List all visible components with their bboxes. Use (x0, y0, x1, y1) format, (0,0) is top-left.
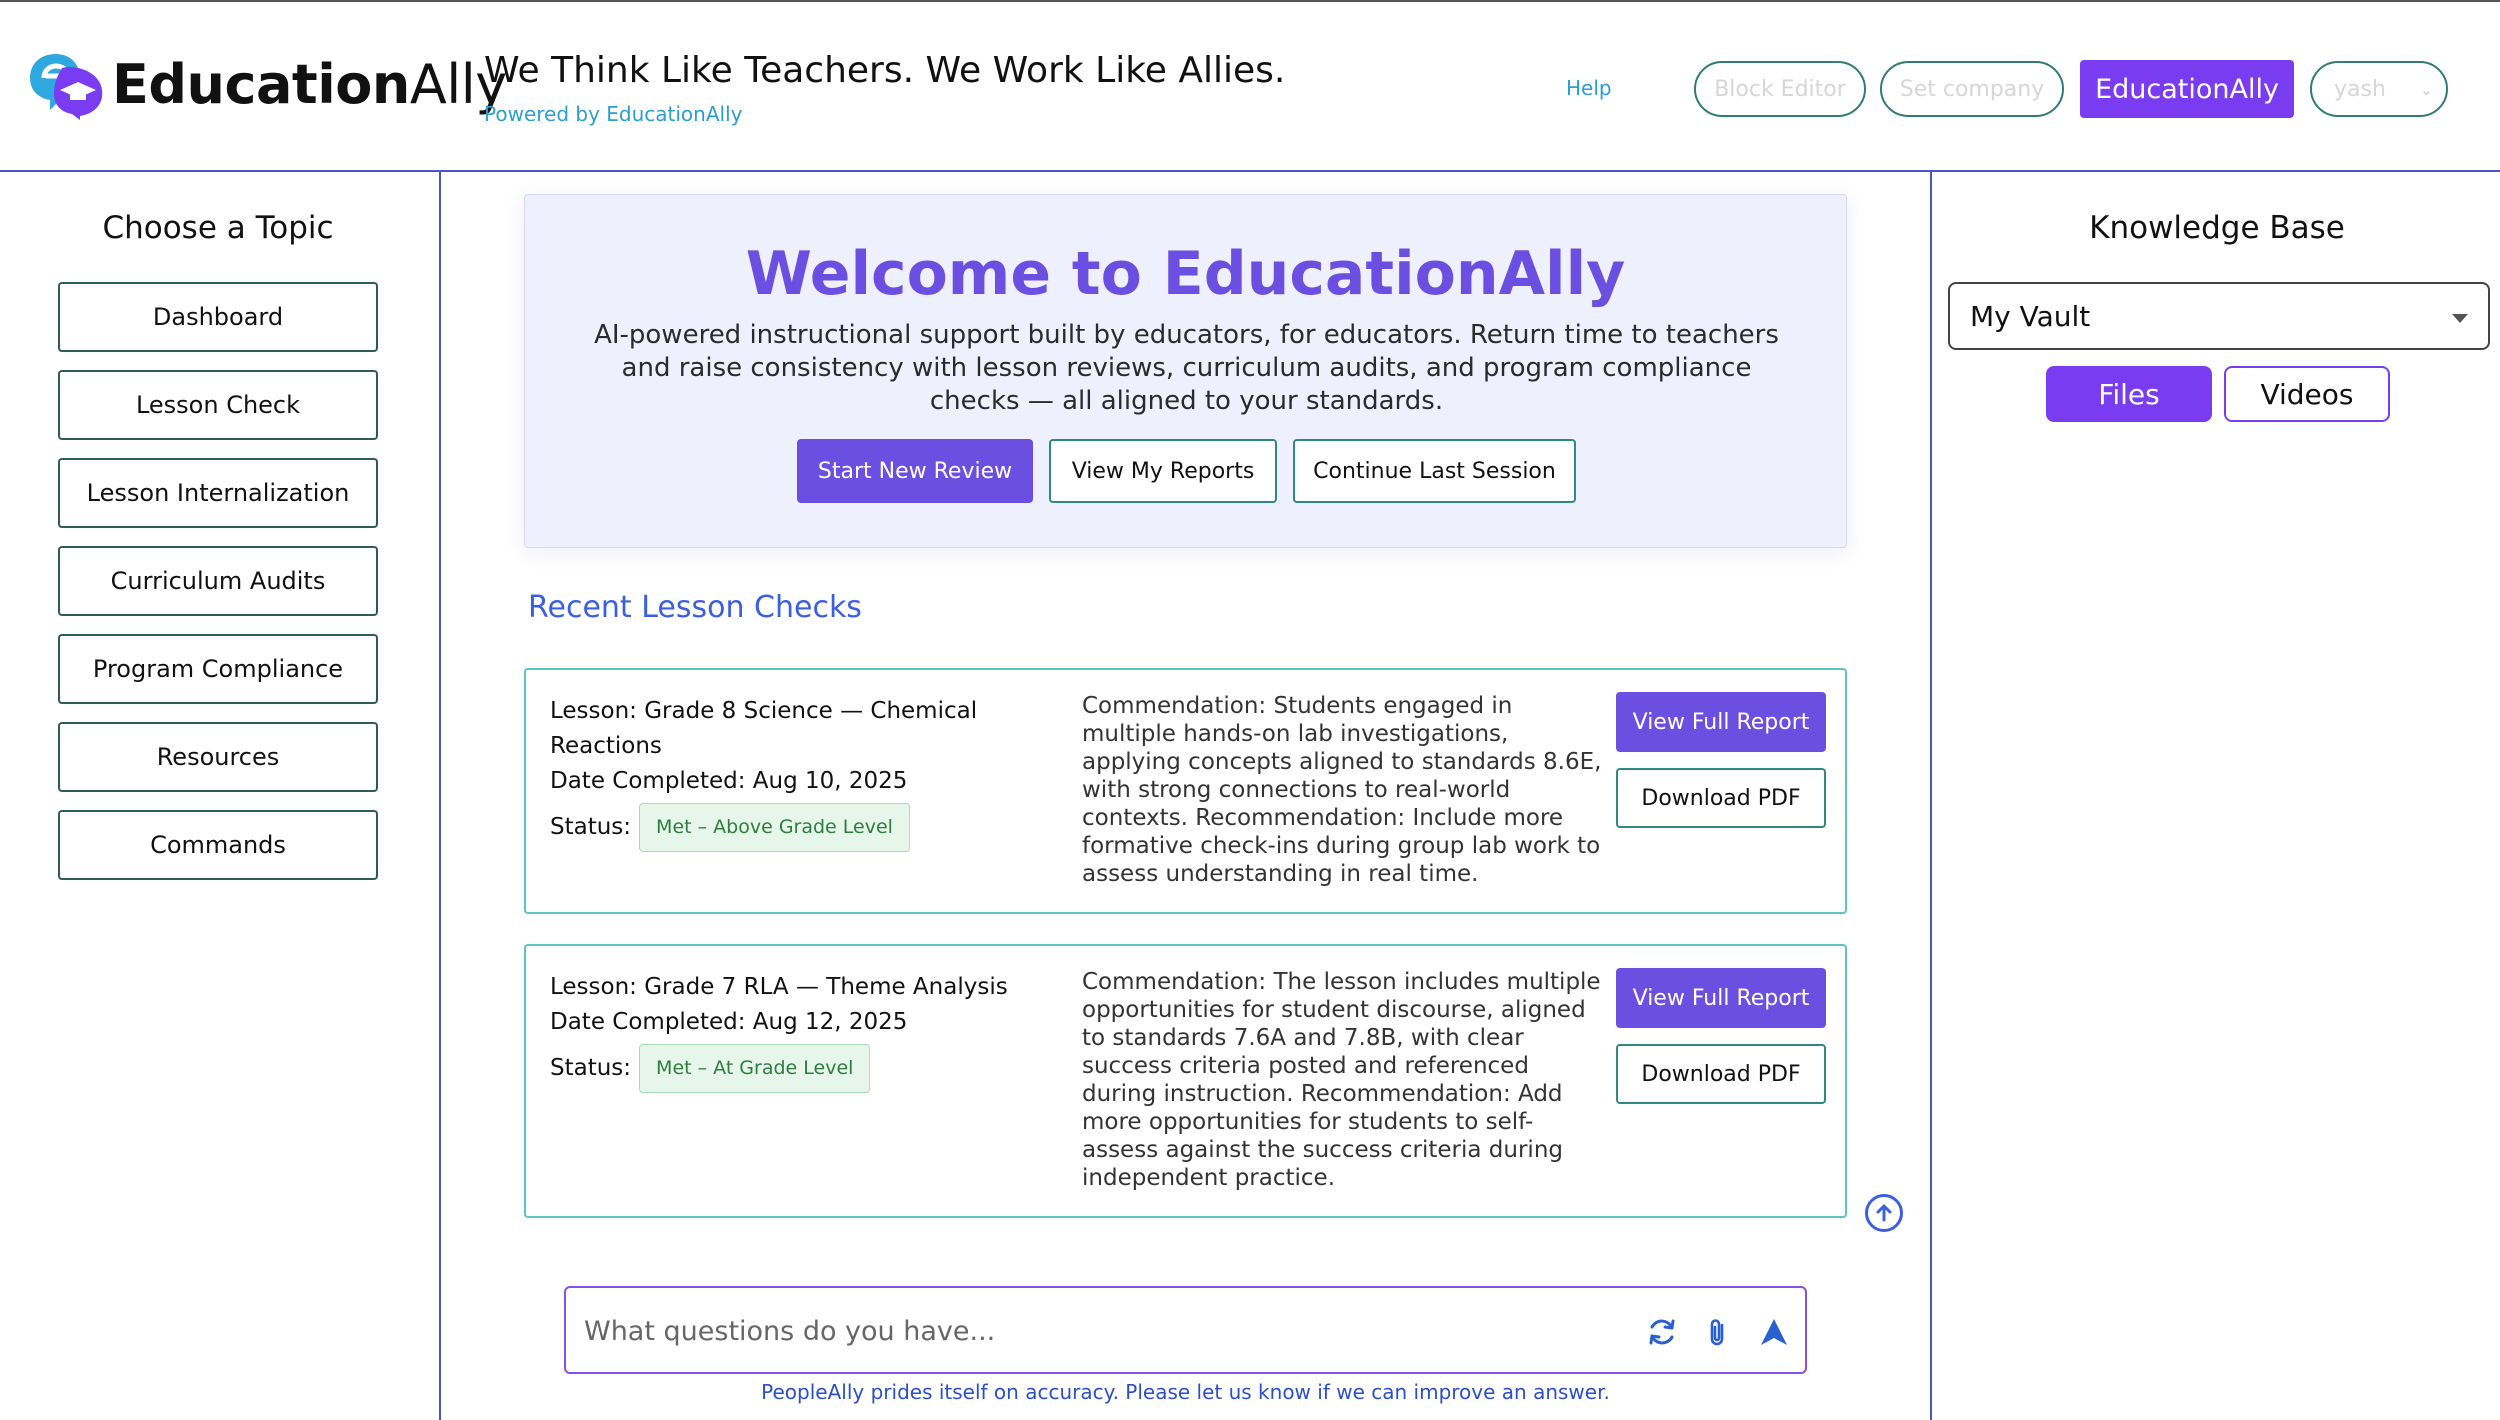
logo-mark-icon (26, 48, 106, 120)
accuracy-disclaimer: PeopleAlly prides itself on accuracy. Pl… (761, 1380, 1610, 1404)
sidebar-item-dashboard[interactable]: Dashboard (58, 282, 378, 352)
chat-input[interactable] (584, 1306, 1584, 1356)
lesson-title: Lesson: Grade 7 RLA — Theme Analysis (550, 974, 1008, 1000)
sidebar-item-curriculum-audits[interactable]: Curriculum Audits (58, 546, 378, 616)
lesson-date: Date Completed: Aug 10, 2025 (550, 768, 908, 794)
chat-box (564, 1286, 1807, 1374)
sidebar-item-lesson-internalization[interactable]: Lesson Internalization (58, 458, 378, 528)
sidebar-title: Choose a Topic (102, 210, 334, 246)
lesson-check-card: Lesson: Grade 8 Science — Chemical React… (524, 668, 1847, 914)
app-header: EducationAlly We Think Like Teachers. We… (0, 0, 2500, 172)
status-badge: Met – Above Grade Level (639, 803, 910, 852)
vault-select[interactable]: My Vault (1948, 282, 2490, 350)
start-new-review-button[interactable]: Start New Review (797, 439, 1033, 503)
vault-select-value: My Vault (1970, 299, 2091, 333)
user-name: yash (2334, 76, 2386, 102)
refresh-icon[interactable] (1644, 1314, 1680, 1350)
send-icon[interactable] (1756, 1314, 1792, 1350)
lesson-check-card: Lesson: Grade 7 RLA — Theme Analysis Dat… (524, 944, 1847, 1218)
user-select[interactable]: yash ⌄ (2310, 61, 2448, 117)
topic-sidebar: Choose a Topic Dashboard Lesson Check Le… (0, 172, 441, 1420)
lesson-date: Date Completed: Aug 12, 2025 (550, 1009, 908, 1035)
sidebar-item-commands[interactable]: Commands (58, 810, 378, 880)
status-row: Status: Met – At Grade Level (550, 1044, 1010, 1093)
set-company-button[interactable]: Set company (1880, 61, 2064, 117)
knowledge-base-panel: Knowledge Base My Vault Files Videos (1930, 172, 2500, 1420)
view-my-reports-button[interactable]: View My Reports (1049, 439, 1277, 503)
status-row: Status: Met – Above Grade Level (550, 803, 1010, 852)
sidebar-item-resources[interactable]: Resources (58, 722, 378, 792)
knowledge-base-title: Knowledge Base (2089, 210, 2345, 246)
help-link[interactable]: Help (1566, 76, 1612, 100)
continue-last-session-button[interactable]: Continue Last Session (1293, 439, 1576, 503)
lesson-title: Lesson: Grade 8 Science — Chemical React… (550, 698, 978, 759)
status-label: Status: (550, 1055, 632, 1081)
logo-text: EducationAlly (112, 52, 507, 116)
lesson-notes: Commendation: Students engaged in multip… (1082, 693, 1602, 887)
status-badge: Met – At Grade Level (639, 1044, 871, 1093)
recent-lesson-checks-title: Recent Lesson Checks (528, 590, 862, 625)
view-full-report-button[interactable]: View Full Report (1616, 968, 1826, 1028)
welcome-description: AI-powered instructional support built b… (594, 320, 1779, 416)
logo[interactable]: EducationAlly (26, 48, 507, 120)
chevron-down-icon: ⌄ (2419, 79, 2434, 99)
powered-by-link[interactable]: Powered by EducationAlly (484, 102, 742, 126)
status-label: Status: (550, 814, 632, 840)
block-editor-button[interactable]: Block Editor (1694, 61, 1866, 117)
welcome-title: Welcome to EducationAlly (745, 239, 1626, 309)
welcome-banner: Welcome to EducationAlly AI-powered inst… (524, 194, 1847, 548)
tab-videos[interactable]: Videos (2224, 366, 2390, 422)
lesson-meta: Lesson: Grade 8 Science — Chemical React… (550, 694, 1010, 852)
download-pdf-button[interactable]: Download PDF (1616, 1044, 1826, 1104)
lesson-notes: Commendation: The lesson includes multip… (1082, 969, 1601, 1191)
tagline: We Think Like Teachers. We Work Like All… (484, 50, 1286, 91)
educationally-button[interactable]: EducationAlly (2080, 60, 2294, 118)
download-pdf-button[interactable]: Download PDF (1616, 768, 1826, 828)
tab-files[interactable]: Files (2046, 366, 2212, 422)
arrow-up-circle-icon[interactable] (1865, 1194, 1903, 1232)
sidebar-item-lesson-check[interactable]: Lesson Check (58, 370, 378, 440)
caret-down-icon (2452, 314, 2468, 323)
paperclip-icon[interactable] (1700, 1314, 1736, 1350)
sidebar-item-program-compliance[interactable]: Program Compliance (58, 634, 378, 704)
lesson-meta: Lesson: Grade 7 RLA — Theme Analysis Dat… (550, 970, 1010, 1093)
view-full-report-button[interactable]: View Full Report (1616, 692, 1826, 752)
